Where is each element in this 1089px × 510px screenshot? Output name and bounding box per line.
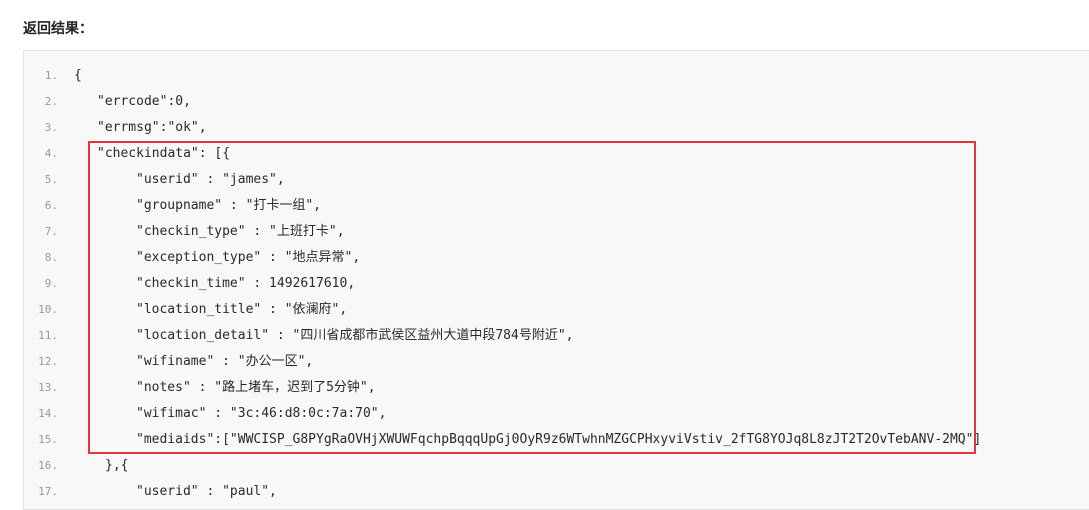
line-number: 5. xyxy=(44,173,58,186)
code-text: "mediaids":["WWCISP_G8PYgRaOVHjXWUWFqchp… xyxy=(136,432,982,447)
line-number: 7. xyxy=(44,225,58,238)
line-number: 2. xyxy=(44,95,58,108)
line-number: 16. xyxy=(38,459,58,472)
code-text: "notes" : "路上堵车，迟到了5分钟", xyxy=(136,380,376,395)
line-number: 8. xyxy=(44,251,58,264)
code-text: "userid" : "james", xyxy=(136,172,285,187)
code-text: "location_detail" : "四川省成都市武侯区益州大道中段784号… xyxy=(136,328,574,343)
code-text: "groupname" : "打卡一组", xyxy=(136,198,322,213)
section-title: 返回结果： xyxy=(23,20,93,36)
line-number: 9. xyxy=(44,277,58,290)
code-text: "errmsg":"ok", xyxy=(97,120,207,135)
code-text: "checkin_type" : "上班打卡", xyxy=(136,224,345,239)
line-number: 13. xyxy=(38,381,58,394)
line-number: 6. xyxy=(44,199,58,212)
line-number: 4. xyxy=(44,147,58,160)
line-number: 3. xyxy=(44,121,58,134)
line-number: 10. xyxy=(38,303,58,316)
code-text: "location_title" : "依澜府", xyxy=(136,302,348,317)
line-number: 17. xyxy=(38,485,58,498)
code-text: { xyxy=(74,68,82,83)
line-number: 1. xyxy=(44,69,58,82)
code-block: 1. {2. "errcode":0, 3. "errmsg":"ok", 4. "chec… xyxy=(23,50,1089,510)
line-number: 12. xyxy=(38,355,58,368)
code-text: "checkin_time" : 1492617610, xyxy=(136,276,356,291)
code-text: "userid" : "paul", xyxy=(136,484,277,499)
line-number: 14. xyxy=(38,407,58,420)
code-text: "wifimac" : "3c:46:d8:0c:7a:70", xyxy=(136,406,387,421)
code-text: "errcode":0, xyxy=(97,94,191,109)
line-number: 15. xyxy=(38,433,58,446)
code-text: "wifiname" : "办公一区", xyxy=(136,354,314,369)
code-text: },{ xyxy=(105,458,129,473)
line-number: 11. xyxy=(38,329,58,342)
code-text: "checkindata": [{ xyxy=(97,146,231,161)
code-text: "exception_type" : "地点异常", xyxy=(136,250,361,265)
